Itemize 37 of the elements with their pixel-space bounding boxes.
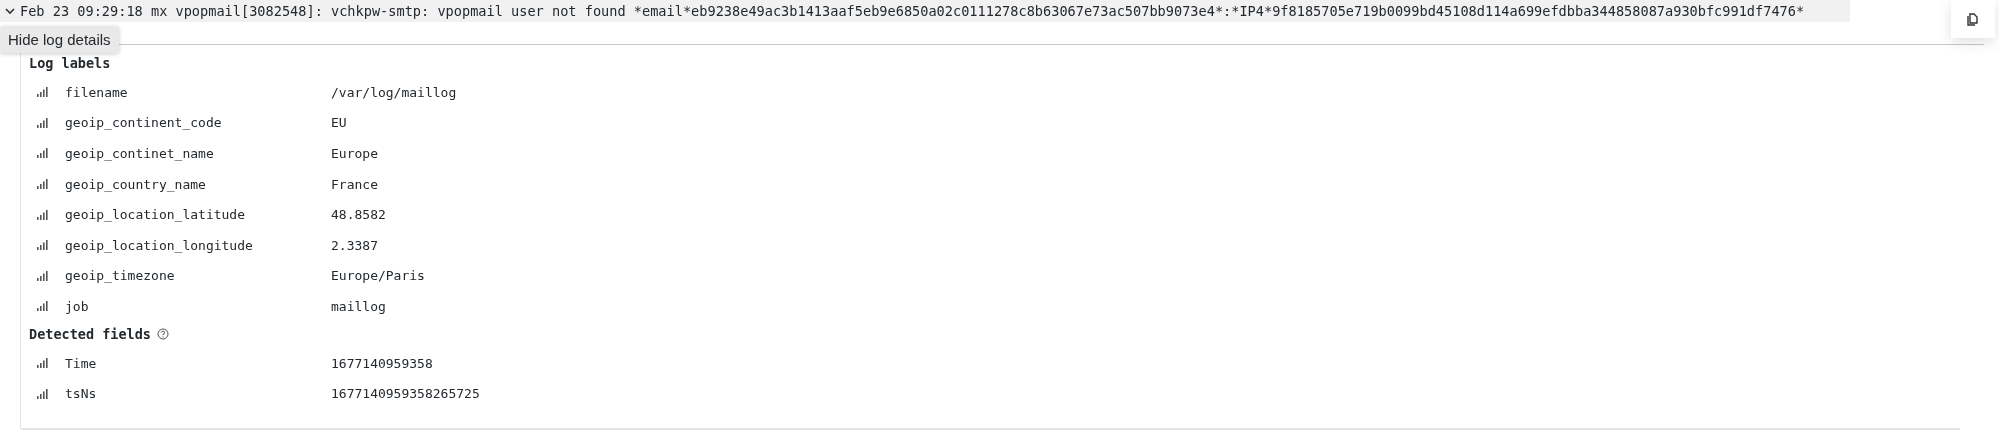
field-value: 2.3387	[331, 237, 378, 253]
stats-icon[interactable]	[37, 148, 49, 159]
field-value: 48.8582	[331, 207, 386, 223]
stats-icon[interactable]	[37, 117, 49, 128]
stats-icon[interactable]	[37, 388, 49, 399]
info-icon[interactable]	[156, 327, 169, 340]
stats-icon[interactable]	[37, 358, 49, 369]
field-name: geoip_continent_code	[65, 115, 223, 131]
field-name: geoip_location_longitude	[65, 237, 254, 253]
stats-icon[interactable]	[37, 270, 49, 281]
field-value: EU	[331, 115, 347, 131]
stats-icon[interactable]	[37, 209, 49, 220]
field-name: geoip_timezone	[65, 268, 176, 284]
field-name: geoip_continet_name	[65, 146, 215, 161]
stats-icon[interactable]	[37, 240, 49, 251]
section-title: Detected fields	[29, 325, 151, 342]
stats-icon[interactable]	[37, 87, 49, 98]
stats-icon[interactable]	[37, 179, 49, 190]
tooltip: Hide log details	[0, 26, 119, 53]
field-value: maillog	[331, 298, 386, 314]
field-name: geoip_location_latitude	[65, 207, 246, 223]
field-value: 1677140959358	[331, 355, 433, 371]
field-name: tsNs	[65, 386, 98, 402]
chevron-down-icon[interactable]	[4, 5, 16, 17]
copy-icon	[1965, 11, 1981, 27]
stats-icon[interactable]	[37, 301, 49, 312]
field-name: Time	[65, 355, 98, 371]
section-title: Log labels	[29, 55, 111, 71]
field-value: France	[331, 176, 378, 192]
field-name: filename	[65, 84, 129, 100]
copy-button[interactable]	[1951, 0, 1995, 38]
field-name: geoip_country_name	[65, 176, 207, 192]
field-value: Europe	[331, 146, 378, 161]
field-value: Europe/Paris	[331, 268, 425, 284]
field-name: job	[65, 298, 90, 314]
field-value: /var/log/maillog	[331, 84, 457, 100]
field-value: 1677140959358265725	[331, 386, 480, 402]
